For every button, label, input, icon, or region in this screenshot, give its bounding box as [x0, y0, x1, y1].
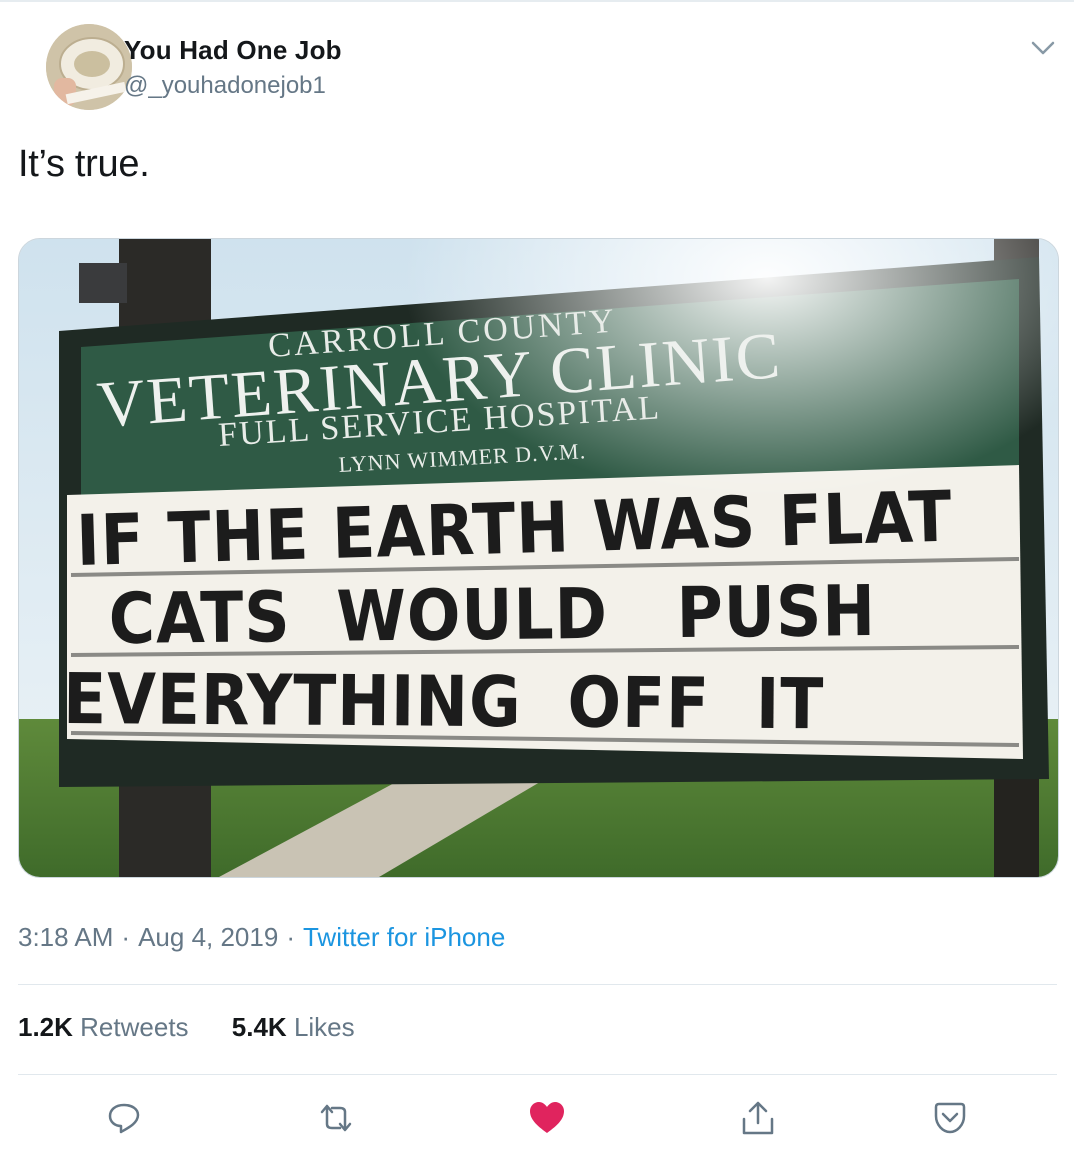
- likes-label: Likes: [293, 1012, 355, 1042]
- marquee-line-2: CATS WOULD PUSH: [108, 570, 876, 660]
- heart-icon[interactable]: [525, 1096, 569, 1140]
- author-name[interactable]: You Had One Job: [124, 35, 342, 66]
- meta-separator: ·: [121, 922, 131, 952]
- retweets-count: 1.2K: [18, 1012, 73, 1042]
- top-divider: [0, 0, 1074, 2]
- likes-count: 5.4K: [231, 1012, 287, 1042]
- tweet-source-link[interactable]: Twitter for iPhone: [303, 922, 505, 952]
- meta-separator: ·: [286, 922, 295, 952]
- tweet-text: It’s true.: [18, 143, 150, 185]
- share-icon[interactable]: [736, 1096, 780, 1140]
- tweet-photo[interactable]: CARROLL COUNTY VETERINARY CLINIC FULL SE…: [18, 238, 1059, 878]
- author-handle[interactable]: @_youhadonejob1: [124, 72, 326, 100]
- divider: [18, 984, 1057, 985]
- marquee-line-3: EVERYTHING OFF IT: [63, 658, 825, 745]
- tweet-date[interactable]: Aug 4, 2019: [138, 922, 278, 952]
- tweet-meta: 3:18 AM · Aug 4, 2019 · Twitter for iPhone: [18, 922, 505, 953]
- tweet-stats: 1.2K Retweets 5.4K Likes: [18, 1012, 391, 1043]
- chevron-down-icon[interactable]: [1028, 36, 1058, 60]
- avatar-image: [46, 24, 132, 110]
- tweet-time[interactable]: 3:18 AM: [18, 922, 113, 952]
- reply-icon[interactable]: [102, 1096, 146, 1140]
- likes-stat[interactable]: 5.4K Likes: [232, 1012, 355, 1042]
- avatar[interactable]: [46, 24, 132, 110]
- retweets-stat[interactable]: 1.2K Retweets: [18, 1012, 189, 1042]
- retweets-label: Retweets: [80, 1012, 189, 1042]
- pocket-icon[interactable]: [928, 1096, 972, 1140]
- retweet-icon[interactable]: [314, 1096, 358, 1140]
- divider: [18, 1074, 1057, 1075]
